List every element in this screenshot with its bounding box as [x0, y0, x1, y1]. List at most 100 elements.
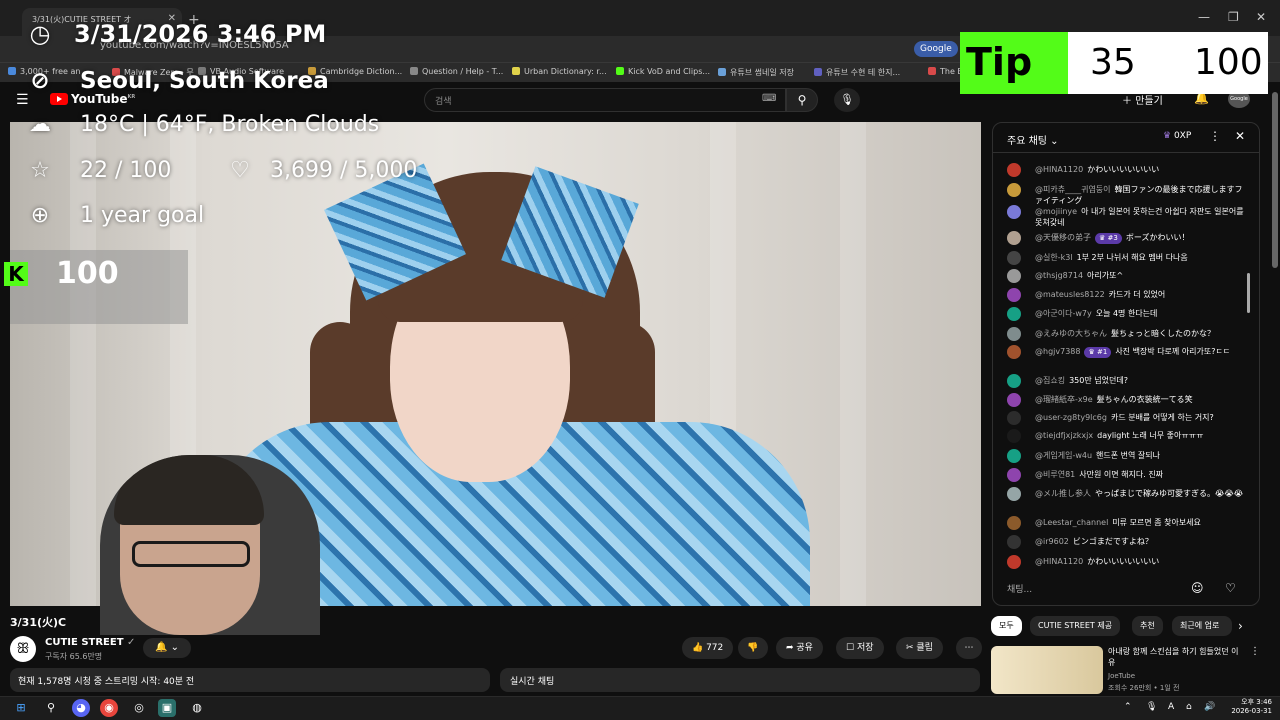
chat-username[interactable]: @집쇼킹 — [1035, 376, 1065, 385]
chat-avatar[interactable] — [1007, 487, 1021, 501]
chat-username[interactable]: @실한-k3l — [1035, 253, 1073, 262]
chat-avatar[interactable] — [1007, 411, 1021, 425]
bookmark-item[interactable]: Kick VoD and Clips... — [616, 67, 710, 76]
emoji-icon[interactable]: ☺ — [1191, 581, 1204, 595]
search-button[interactable]: ⚲ — [786, 88, 818, 112]
chat-avatar[interactable] — [1007, 374, 1021, 388]
chip-recommended[interactable]: 추천 — [1132, 616, 1163, 636]
obs-icon[interactable]: ◎ — [130, 699, 148, 717]
chat-username[interactable]: @HINA1120 — [1035, 165, 1083, 174]
create-button[interactable]: ＋ 만들기 — [1122, 92, 1163, 107]
volume-icon[interactable]: 🔊 — [1204, 702, 1215, 712]
mic-tray-icon[interactable]: 🎙 — [1146, 702, 1157, 712]
save-button[interactable]: ☐ 저장 — [836, 637, 884, 659]
chat-username[interactable]: @メル推し参人 — [1035, 489, 1091, 498]
chat-username[interactable]: @게임게임-w4u — [1035, 451, 1092, 460]
chat-avatar[interactable] — [1007, 449, 1021, 463]
page-scrollbar[interactable] — [1272, 92, 1278, 268]
subscription-bell-button[interactable]: 🔔 ⌄ — [143, 638, 191, 658]
minimize-icon[interactable]: — — [1198, 10, 1210, 24]
crown-icon: ♛ — [1088, 348, 1097, 356]
chat-avatar[interactable] — [1007, 468, 1021, 482]
menu-icon[interactable]: ☰ — [16, 92, 29, 108]
chat-username[interactable]: @mojiinye — [1035, 207, 1077, 216]
chevron-right-icon[interactable]: › — [1238, 619, 1243, 633]
chat-username[interactable]: @아군이다-w7y — [1035, 309, 1092, 318]
chat-avatar[interactable] — [1007, 555, 1021, 569]
chat-avatar[interactable] — [1007, 393, 1021, 407]
windows-start-icon[interactable]: ⊞ — [12, 699, 30, 717]
close-window-icon[interactable]: ✕ — [1256, 10, 1266, 24]
search-input[interactable]: 검색 — [424, 88, 786, 112]
channel-name[interactable]: CUTIE STREET ✓ — [45, 637, 135, 648]
chat-username[interactable]: @hgjv7388 — [1035, 347, 1080, 356]
chat-avatar[interactable] — [1007, 516, 1021, 530]
bookmark-item[interactable]: Urban Dictionary: r... — [512, 67, 607, 76]
chip-all[interactable]: 모두 — [991, 616, 1022, 636]
chat-username[interactable]: @user-zg8ty9lc6g — [1035, 413, 1107, 422]
channel-avatar[interactable]: ꕥ — [10, 636, 36, 662]
more-options-icon[interactable]: ⋮ — [1250, 646, 1260, 657]
heart-icon[interactable]: ♡ — [1225, 581, 1236, 595]
mic-icon[interactable]: 🎙 — [834, 88, 860, 112]
network-icon[interactable]: ⌂ — [1186, 702, 1192, 712]
chat-avatar[interactable] — [1007, 307, 1021, 321]
recommended-thumbnail[interactable] — [991, 646, 1103, 694]
chat-close-icon[interactable]: ✕ — [1235, 129, 1245, 143]
description-box[interactable]: 현재 1,578명 시청 중 스트리밍 시작: 40분 전 — [10, 668, 490, 692]
chat-username[interactable]: @天優移の弟子 — [1035, 233, 1091, 242]
chat-more-icon[interactable]: ⋮ — [1209, 129, 1221, 143]
steam-icon[interactable]: ◍ — [188, 699, 206, 717]
chat-avatar[interactable] — [1007, 231, 1021, 245]
chat-username[interactable]: @瑠緒紙卒-x9e — [1035, 395, 1093, 404]
bookmark-item[interactable]: Question / Help - T... — [410, 67, 503, 76]
search-icon[interactable]: ⚲ — [42, 699, 60, 717]
like-button[interactable]: 👍 772 — [682, 637, 734, 659]
chat-text: 사진 백장박 다로께 아리가또?ㄷㄷ — [1115, 347, 1231, 356]
live-chat-label[interactable]: 실시간 채팅 — [500, 668, 980, 692]
oxp-badge[interactable]: ♛ 0XP — [1163, 131, 1191, 141]
chat-avatar[interactable] — [1007, 163, 1021, 177]
maximize-icon[interactable]: ❐ — [1228, 10, 1239, 24]
chat-username[interactable]: @tiejdfjxjzkxjx — [1035, 431, 1093, 440]
input-language[interactable]: A — [1168, 702, 1174, 712]
chat-username[interactable]: @mateusles8122 — [1035, 290, 1105, 299]
recommended-channel[interactable]: JoeTube — [1108, 672, 1135, 680]
chat-mode-dropdown[interactable]: 주요 채팅 ⌄ — [1007, 132, 1059, 147]
chat-input[interactable]: 채팅... — [1003, 577, 1193, 599]
chevron-up-icon[interactable]: ⌃ — [1124, 702, 1132, 712]
system-clock[interactable]: 오후 3:46 2026-03-31 — [1224, 698, 1272, 716]
chat-avatar[interactable] — [1007, 251, 1021, 265]
chip-from-channel[interactable]: CUTIE STREET 제공 — [1030, 616, 1121, 636]
chat-username[interactable]: @えみゆの大ちゃん — [1035, 329, 1107, 338]
chip-recent[interactable]: 최근에 업로 — [1172, 616, 1232, 636]
bookmark-item[interactable]: 유튜브 썸네일 저장 — [718, 67, 794, 78]
keyboard-icon[interactable]: ⌨ — [762, 93, 776, 104]
discord-icon[interactable]: ◕ — [72, 699, 90, 717]
chat-avatar[interactable] — [1007, 345, 1021, 359]
recommended-title[interactable]: 아내랑 함께 스킨십을 하기 힘들었던 이유 — [1108, 646, 1244, 668]
share-button[interactable]: ➦ 공유 — [776, 637, 823, 659]
chat-avatar[interactable] — [1007, 205, 1021, 219]
chat-username[interactable]: @thsjg8714 — [1035, 271, 1083, 280]
chat-avatar[interactable] — [1007, 269, 1021, 283]
google-button[interactable]: Google — [914, 41, 958, 57]
chat-avatar[interactable] — [1007, 183, 1021, 197]
chat-username[interactable]: @피카츄____귀염둥이 — [1035, 185, 1111, 194]
chat-avatar[interactable] — [1007, 327, 1021, 341]
youtube-logo[interactable]: YouTubeKR — [50, 92, 135, 106]
app-icon[interactable]: ▣ — [158, 699, 176, 717]
chat-username[interactable]: @ir9602 — [1035, 537, 1069, 546]
dislike-button[interactable]: 👎 — [738, 637, 768, 659]
chat-avatar[interactable] — [1007, 288, 1021, 302]
chat-username[interactable]: @Leestar_channel — [1035, 518, 1108, 527]
clip-button[interactable]: ✂ 클립 — [896, 637, 943, 659]
chat-avatar[interactable] — [1007, 429, 1021, 443]
chrome-icon[interactable]: ◉ — [100, 699, 118, 717]
chat-avatar[interactable] — [1007, 535, 1021, 549]
chat-scrollbar[interactable] — [1247, 273, 1250, 313]
chat-username[interactable]: @HINA1120 — [1035, 557, 1083, 566]
chat-username[interactable]: @비루연81 — [1035, 470, 1075, 479]
bookmark-item[interactable]: 유튜브 수현 테 한지... — [814, 67, 900, 78]
more-actions-icon[interactable]: ⋯ — [956, 637, 982, 659]
